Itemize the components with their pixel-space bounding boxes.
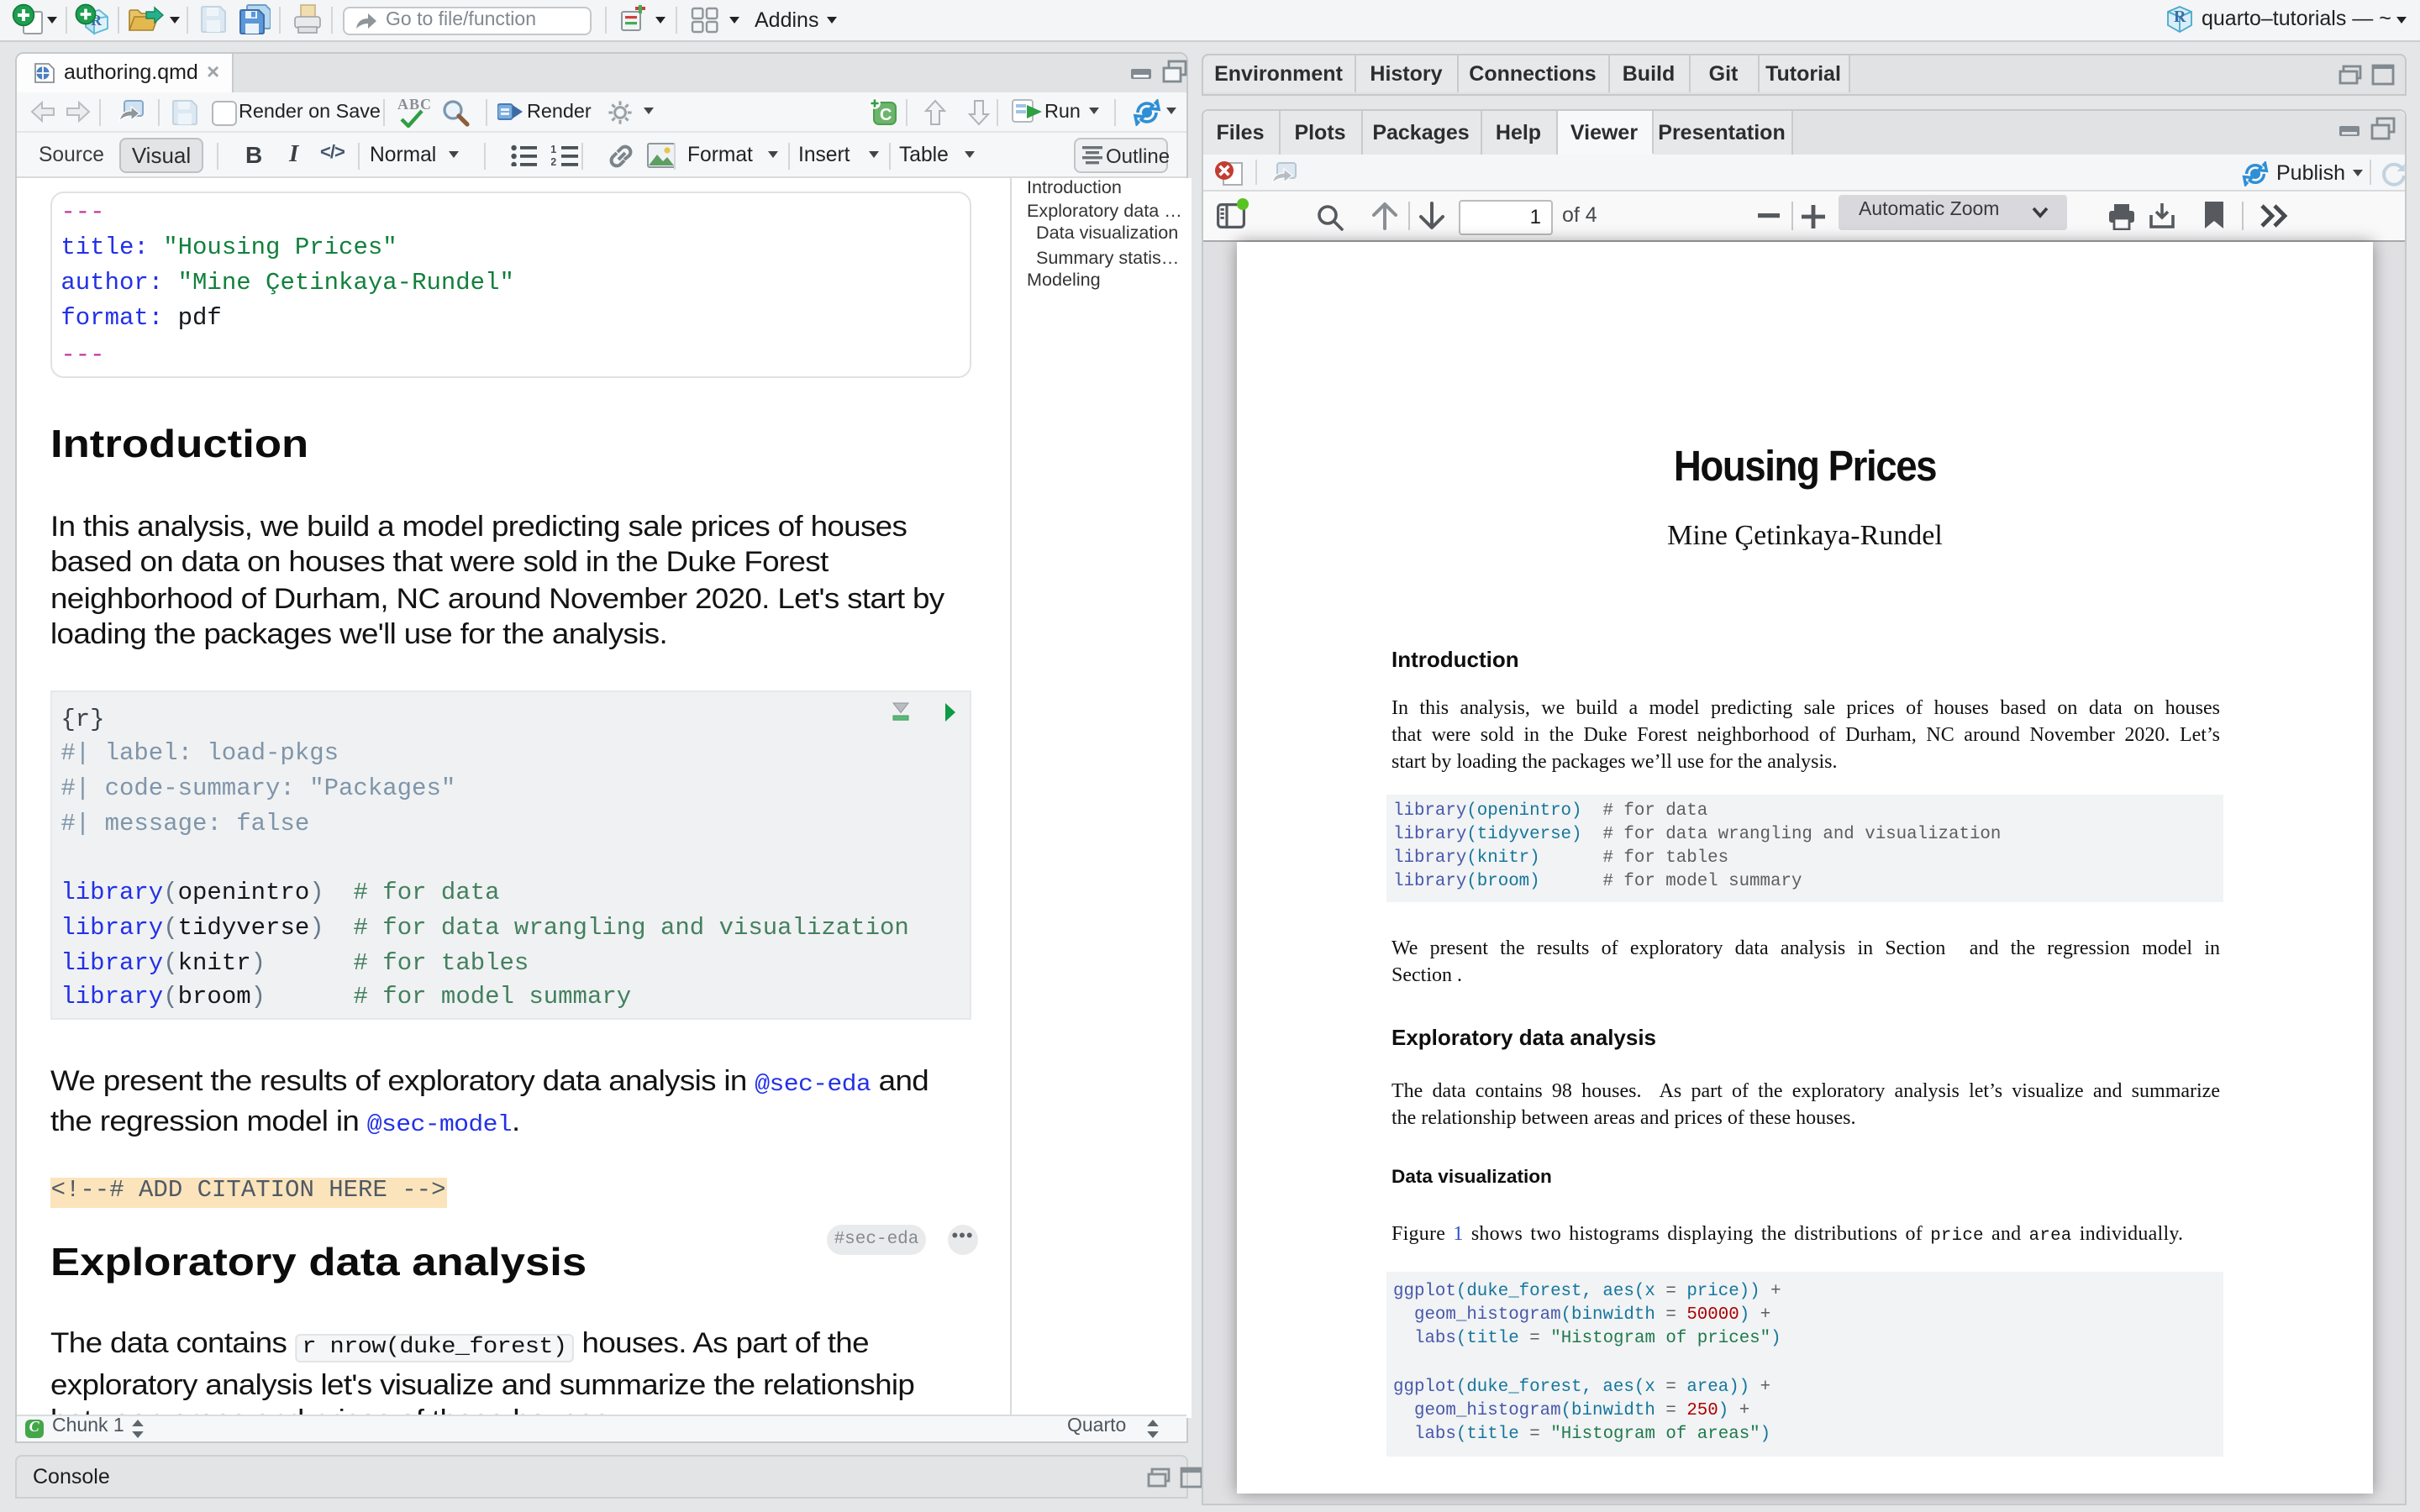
svg-text:R: R [2174,8,2186,26]
svg-text:C: C [879,106,891,124]
svg-text:2: 2 [551,155,556,165]
svg-text:1: 1 [551,144,556,155]
